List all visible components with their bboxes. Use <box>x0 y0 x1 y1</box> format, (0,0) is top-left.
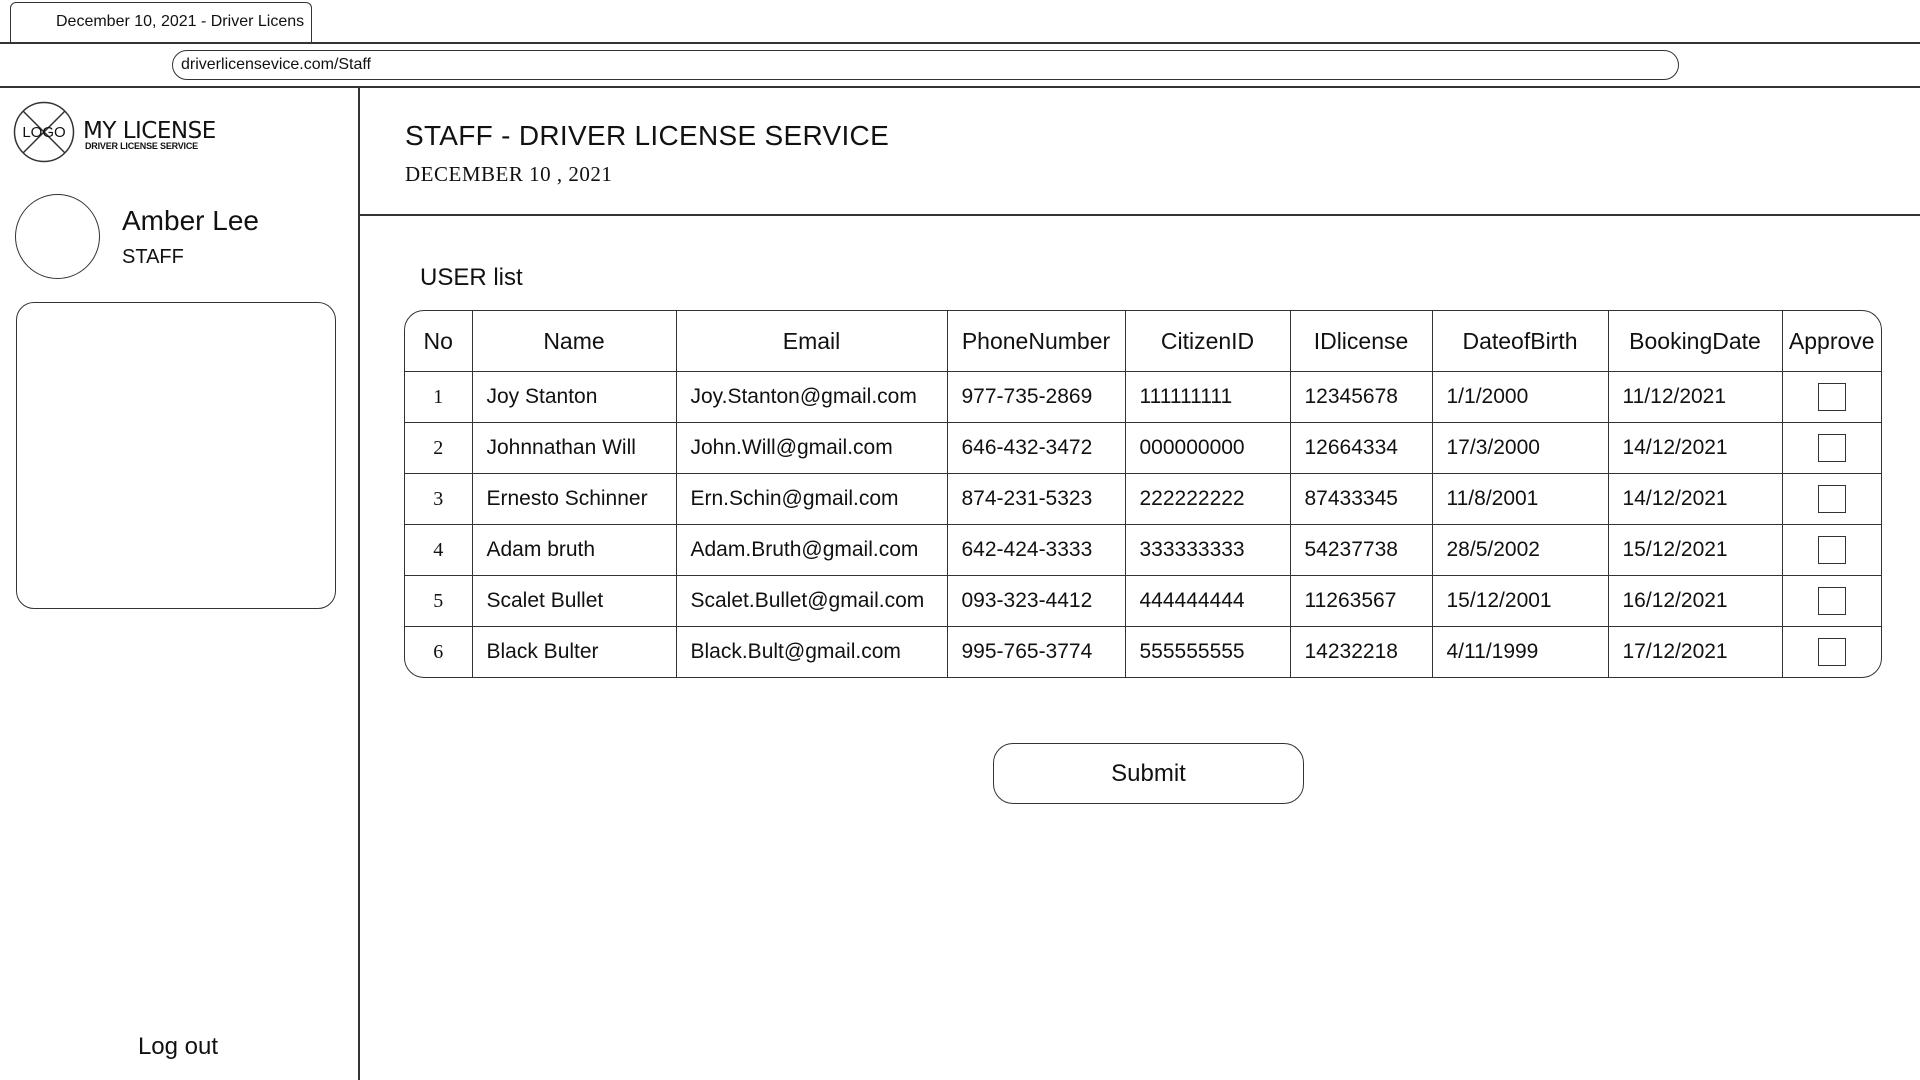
user-name-cell: Johnnathan Will <box>471 422 677 475</box>
id-license-cell: 12345678 <box>1289 370 1433 424</box>
citizen-id-cell: 000000000 <box>1124 422 1291 475</box>
approve-checkbox[interactable] <box>1817 536 1846 565</box>
user-table: No Name Email PhoneNumber CitizenID IDli… <box>404 310 1882 678</box>
row-number: 2 <box>405 422 473 475</box>
user-name-cell: Scalet Bullet <box>471 575 677 628</box>
column-header-no: No <box>405 311 473 372</box>
approve-checkbox[interactable] <box>1817 383 1846 412</box>
date-of-birth-cell: 17/3/2000 <box>1431 422 1609 475</box>
column-header-name: Name <box>471 311 677 372</box>
approve-cell <box>1781 422 1881 475</box>
date-of-birth-cell: 11/8/2001 <box>1431 473 1609 526</box>
sidebar-divider <box>358 87 360 1080</box>
column-header-email: Email <box>675 311 948 372</box>
submit-button[interactable]: Submit <box>993 743 1304 804</box>
user-name-cell: Adam bruth <box>471 524 677 577</box>
date-of-birth-cell: 4/11/1999 <box>1431 626 1609 677</box>
phone-cell: 093-323-4412 <box>946 575 1126 628</box>
user-list-title: USER list <box>420 264 523 291</box>
user-name-cell: Ernesto Schinner <box>471 473 677 526</box>
user-name: Amber Lee <box>122 205 259 236</box>
column-header-date-of-birth: DateofBirth <box>1431 311 1609 372</box>
approve-checkbox[interactable] <box>1817 485 1846 514</box>
phone-cell: 646-432-3472 <box>946 422 1126 475</box>
address-bar[interactable]: driverlicensevice.com/Staff <box>172 50 1679 80</box>
user-name-cell: Black Bulter <box>471 626 677 677</box>
table-row: 6 Black Bulter Black.Bult@gmail.com 995-… <box>405 626 1881 677</box>
approve-checkbox[interactable] <box>1817 587 1846 616</box>
table-row: 3 Ernesto Schinner Ern.Schin@gmail.com 8… <box>405 473 1881 526</box>
id-license-cell: 11263567 <box>1289 575 1433 628</box>
row-number: 6 <box>405 626 473 677</box>
row-number: 1 <box>405 370 473 424</box>
logo-subtitle: DRIVER LICENSE SERVICE <box>85 141 198 151</box>
user-role: STAFF <box>122 246 184 268</box>
date-of-birth-cell: 1/1/2000 <box>1431 370 1609 424</box>
approve-cell <box>1781 524 1881 577</box>
email-cell: Scalet.Bullet@gmail.com <box>675 575 948 628</box>
logout-link[interactable]: Log out <box>0 1033 356 1061</box>
phone-cell: 995-765-3774 <box>946 626 1126 677</box>
column-header-phone: PhoneNumber <box>946 311 1126 372</box>
approve-cell <box>1781 370 1881 424</box>
date-of-birth-cell: 28/5/2002 <box>1431 524 1609 577</box>
email-cell: Joy.Stanton@gmail.com <box>675 370 948 424</box>
phone-cell: 874-231-5323 <box>946 473 1126 526</box>
booking-date-cell: 17/12/2021 <box>1607 626 1783 677</box>
approve-checkbox[interactable] <box>1817 434 1846 463</box>
id-license-cell: 54237738 <box>1289 524 1433 577</box>
tab-bar-divider <box>0 42 1920 44</box>
approve-cell <box>1781 575 1881 628</box>
column-header-citizen-id: CitizenID <box>1124 311 1291 372</box>
table-row: 4 Adam bruth Adam.Bruth@gmail.com 642-42… <box>405 524 1881 577</box>
phone-cell: 642-424-3333 <box>946 524 1126 577</box>
logo-icon: LOGO <box>13 101 75 163</box>
citizen-id-cell: 222222222 <box>1124 473 1291 526</box>
browser-tab[interactable]: December 10, 2021 - Driver Licens <box>10 2 312 43</box>
table-row: 1 Joy Stanton Joy.Stanton@gmail.com 977-… <box>405 370 1881 424</box>
page-date: DECEMBER 10 , 2021 <box>405 162 613 186</box>
email-cell: Ern.Schin@gmail.com <box>675 473 948 526</box>
column-header-id-license: IDlicense <box>1289 311 1433 372</box>
booking-date-cell: 16/12/2021 <box>1607 575 1783 628</box>
booking-date-cell: 14/12/2021 <box>1607 473 1783 526</box>
user-name-cell: Joy Stanton <box>471 370 677 424</box>
id-license-cell: 14232218 <box>1289 626 1433 677</box>
phone-cell: 977-735-2869 <box>946 370 1126 424</box>
table-row: 2 Johnnathan Will John.Will@gmail.com 64… <box>405 422 1881 475</box>
citizen-id-cell: 111111111 <box>1124 370 1291 424</box>
sidebar-panel <box>16 302 336 609</box>
email-cell: Black.Bult@gmail.com <box>675 626 948 677</box>
avatar <box>15 194 100 279</box>
page-title: STAFF - DRIVER LICENSE SERVICE <box>405 120 890 151</box>
row-number: 3 <box>405 473 473 526</box>
row-number: 5 <box>405 575 473 628</box>
logo-mark-text: LOGO <box>22 124 65 141</box>
row-number: 4 <box>405 524 473 577</box>
column-header-booking-date: BookingDate <box>1607 311 1783 372</box>
table-row: 5 Scalet Bullet Scalet.Bullet@gmail.com … <box>405 575 1881 628</box>
date-of-birth-cell: 15/12/2001 <box>1431 575 1609 628</box>
address-bar-divider <box>0 86 1920 88</box>
approve-cell <box>1781 473 1881 526</box>
citizen-id-cell: 333333333 <box>1124 524 1291 577</box>
approve-cell <box>1781 626 1881 677</box>
id-license-cell: 87433345 <box>1289 473 1433 526</box>
header-divider <box>360 214 1920 216</box>
approve-checkbox[interactable] <box>1817 638 1846 667</box>
email-cell: Adam.Bruth@gmail.com <box>675 524 948 577</box>
id-license-cell: 12664334 <box>1289 422 1433 475</box>
citizen-id-cell: 444444444 <box>1124 575 1291 628</box>
booking-date-cell: 14/12/2021 <box>1607 422 1783 475</box>
booking-date-cell: 15/12/2021 <box>1607 524 1783 577</box>
email-cell: John.Will@gmail.com <box>675 422 948 475</box>
booking-date-cell: 11/12/2021 <box>1607 370 1783 424</box>
column-header-approve: Approve <box>1781 311 1881 372</box>
table-header-row: No Name Email PhoneNumber CitizenID IDli… <box>405 311 1881 372</box>
citizen-id-cell: 555555555 <box>1124 626 1291 677</box>
